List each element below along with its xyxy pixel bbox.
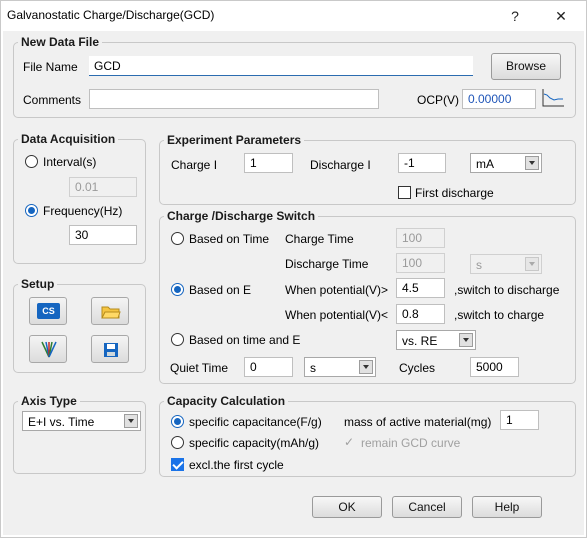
axis-type-legend: Axis Type	[21, 394, 77, 408]
specific-capacitance-radio[interactable]	[171, 415, 184, 428]
chevron-down-icon	[459, 333, 473, 347]
discharge-time-input[interactable]	[396, 253, 445, 273]
quiet-unit-value: s	[310, 361, 316, 375]
switch-to-discharge-label: ,switch to discharge	[454, 283, 560, 297]
file-name-input[interactable]	[89, 56, 473, 76]
folder-icon	[101, 306, 121, 319]
chevron-down-icon	[124, 414, 138, 428]
ok-button[interactable]: OK	[312, 496, 382, 518]
comments-label: Comments	[23, 93, 82, 107]
axis-type-value: E+I vs. Time	[28, 415, 95, 429]
ocp-label: OCP(V)	[417, 93, 459, 107]
time-unit-select[interactable]: s	[470, 254, 542, 274]
ocp-graph-icon[interactable]	[541, 88, 565, 108]
discharge-i-label: Discharge I	[310, 158, 371, 172]
specific-capacity-radio[interactable]	[171, 436, 184, 449]
potential-upper-input[interactable]	[396, 278, 445, 298]
reference-value: vs. RE	[402, 334, 438, 348]
cs-icon: CS	[37, 303, 60, 319]
frequency-label: Frequency(Hz)	[43, 204, 123, 218]
quiet-time-input[interactable]	[244, 357, 293, 377]
close-icon[interactable]: ✕	[544, 4, 578, 28]
discharge-i-input[interactable]	[398, 153, 446, 173]
charge-time-label: Charge Time	[285, 232, 354, 246]
file-name-label: File Name	[23, 60, 78, 74]
setup-legend: Setup	[21, 277, 55, 291]
experiment-parameters-legend: Experiment Parameters	[167, 133, 302, 147]
reference-select[interactable]: vs. RE	[396, 330, 476, 350]
browse-button[interactable]: Browse	[491, 53, 561, 80]
discharge-time-label: Discharge Time	[285, 257, 369, 271]
data-acquisition-legend: Data Acquisition	[21, 132, 116, 146]
quiet-time-label: Quiet Time	[170, 361, 229, 375]
cycles-label: Cycles	[399, 361, 436, 375]
interval-input[interactable]	[69, 177, 137, 197]
gcd-dialog: Galvanostatic Charge/Discharge(GCD) ? ✕ …	[0, 0, 587, 538]
first-discharge-checkbox[interactable]	[398, 186, 411, 199]
electrode-icon	[41, 341, 57, 358]
switch-to-charge-label: ,switch to charge	[454, 308, 545, 322]
new-data-file-legend: New Data File	[21, 35, 100, 49]
save-button[interactable]	[91, 335, 129, 363]
excl-first-cycle-checkbox[interactable]	[171, 458, 184, 471]
open-folder-button[interactable]	[91, 297, 129, 325]
charge-time-input[interactable]	[396, 228, 445, 248]
based-on-e-radio[interactable]	[171, 283, 184, 296]
time-unit-value: s	[476, 258, 482, 272]
cancel-button[interactable]: Cancel	[392, 496, 462, 518]
specific-capacity-label: specific capacity(mAh/g)	[189, 436, 320, 450]
charge-i-input[interactable]	[244, 153, 293, 173]
frequency-input[interactable]	[69, 225, 137, 245]
mass-input[interactable]	[500, 410, 539, 430]
help-button[interactable]: Help	[472, 496, 542, 518]
switch-legend: Charge /Discharge Switch	[167, 209, 316, 223]
specific-capacitance-label: specific capacitance(F/g)	[189, 415, 322, 429]
comments-input[interactable]	[89, 89, 379, 109]
chevron-down-icon	[525, 257, 539, 271]
chevron-down-icon	[525, 156, 539, 170]
excl-first-cycle-label: excl.the first cycle	[189, 458, 284, 472]
interval-radio[interactable]	[25, 155, 38, 168]
cycles-input[interactable]	[470, 357, 519, 377]
axis-type-group: Axis Type	[13, 394, 146, 474]
help-icon[interactable]: ?	[498, 4, 532, 28]
based-on-e-label: Based on E	[189, 283, 252, 297]
based-on-time-and-e-radio[interactable]	[171, 333, 184, 346]
title-bar: Galvanostatic Charge/Discharge(GCD) ? ✕	[1, 1, 586, 31]
frequency-radio[interactable]	[25, 204, 38, 217]
current-unit-select[interactable]: mA	[470, 153, 542, 173]
potential-lower-input[interactable]	[396, 304, 445, 324]
chevron-down-icon	[359, 360, 373, 374]
current-unit-value: mA	[476, 157, 494, 171]
interval-label: Interval(s)	[43, 155, 97, 169]
check-icon: ✓	[344, 435, 355, 449]
when-potential-lt-label: When potential(V)<	[285, 308, 389, 322]
axis-type-select[interactable]: E+I vs. Time	[22, 411, 141, 431]
based-on-time-and-e-label: Based on time and E	[189, 333, 301, 347]
remain-gcd-curve-label: remain GCD curve	[361, 436, 461, 450]
ocp-input[interactable]	[462, 89, 536, 109]
mass-label: mass of active material(mg)	[344, 415, 492, 429]
electrode-button[interactable]	[29, 335, 67, 363]
save-icon	[104, 343, 118, 357]
first-discharge-label: First discharge	[415, 186, 494, 200]
when-potential-gt-label: When potential(V)>	[285, 283, 389, 297]
quiet-unit-select[interactable]: s	[304, 357, 376, 377]
based-on-time-radio[interactable]	[171, 232, 184, 245]
capacity-legend: Capacity Calculation	[167, 394, 286, 408]
dialog-body: New Data File File Name Browse Comments …	[3, 31, 584, 535]
based-on-time-label: Based on Time	[189, 232, 270, 246]
cs-setup-button[interactable]: CS	[29, 297, 67, 325]
window-title: Galvanostatic Charge/Discharge(GCD)	[7, 8, 215, 22]
charge-i-label: Charge I	[171, 158, 218, 172]
